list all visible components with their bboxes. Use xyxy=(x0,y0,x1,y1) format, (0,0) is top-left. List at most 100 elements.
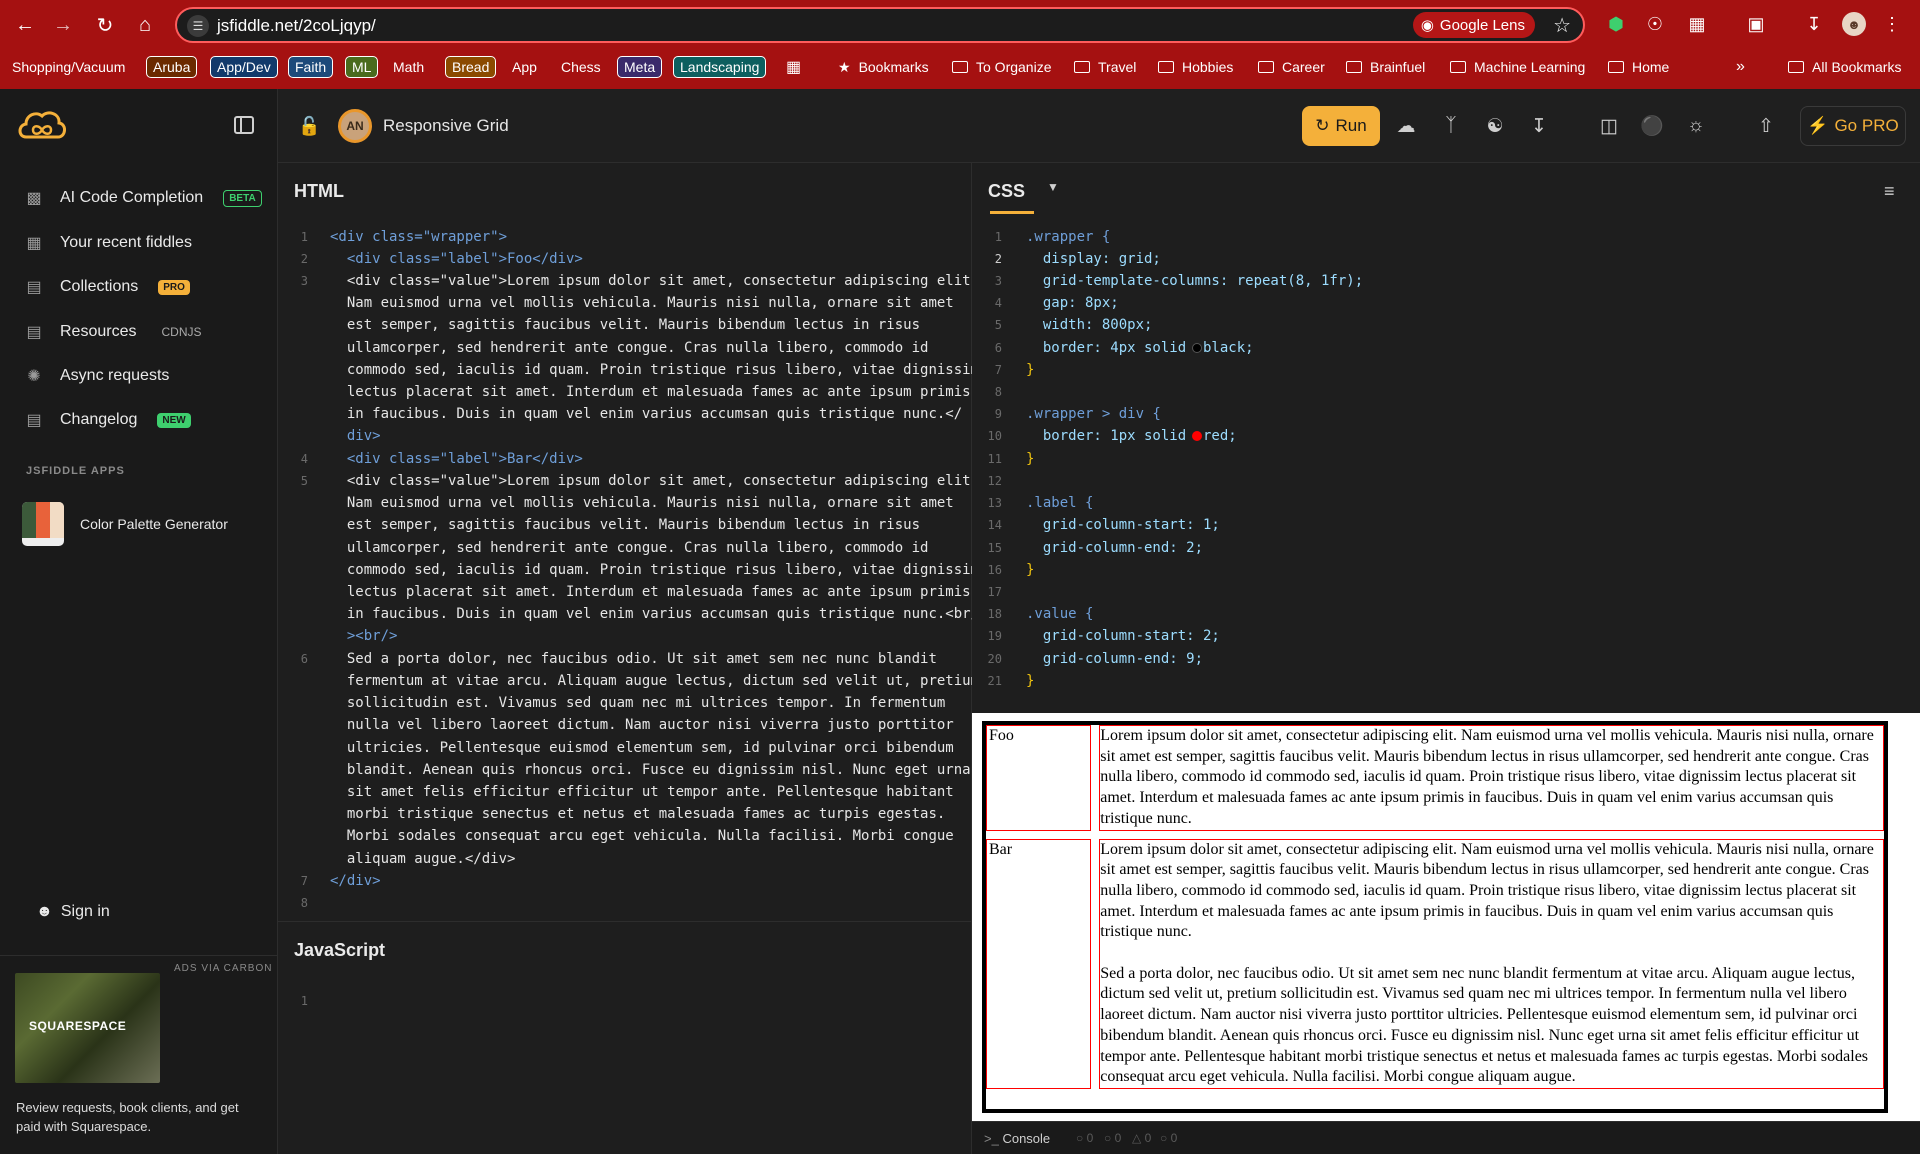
google-lens-button[interactable]: ◉ Google Lens xyxy=(1412,12,1535,38)
code-line: commodo sed, iaculis id quam. Proin tris… xyxy=(330,562,980,578)
bookmark-folder-brainfuel[interactable]: Brainfuel xyxy=(1346,56,1425,78)
sign-in-label: Sign in xyxy=(60,903,110,920)
reload-icon[interactable]: ↻ xyxy=(90,10,120,40)
download-icon[interactable]: ↧ xyxy=(1526,113,1552,139)
author-avatar[interactable]: AN xyxy=(338,109,372,143)
folder-icon xyxy=(1788,61,1804,73)
folder-icon xyxy=(952,61,968,73)
code-line: ullamcorper, sed hendrerit ante congue. … xyxy=(330,340,929,356)
color-palette-generator-app[interactable]: Color Palette Generator xyxy=(22,501,272,547)
sidebar: ▩ AI Code Completion BETA ▦ Your recent … xyxy=(0,163,278,1154)
result-value-bar: Lorem ipsum dolor sit amet, consectetur … xyxy=(1099,838,1884,1089)
color-swatch-red[interactable] xyxy=(1192,431,1202,441)
code-line: width: 800px; xyxy=(1026,317,1153,333)
browser-chrome: ← → ↻ ⌂ ☰ jsfiddle.net/2coLjqyp/ ◉ Googl… xyxy=(0,0,1920,89)
resources-icon: ▤ xyxy=(26,324,42,341)
run-button[interactable]: ↻ Run xyxy=(1302,106,1380,146)
bookmark-travel-label: Travel xyxy=(1098,59,1137,75)
sidebar-item-label: Collections xyxy=(60,278,139,295)
home-icon[interactable]: ⌂ xyxy=(130,10,160,40)
profile-avatar-icon[interactable]: ☻ xyxy=(1842,12,1866,36)
address-bar[interactable]: ☰ jsfiddle.net/2coLjqyp/ ◉ Google Lens ☆ xyxy=(175,7,1585,43)
bookmark-home-label: Home xyxy=(1632,59,1670,75)
bookmark-shopping-vacuum[interactable]: Shopping/Vacuum xyxy=(12,56,125,78)
bookmark-folder-home[interactable]: Home xyxy=(1608,56,1669,78)
sidebar-toggle-icon[interactable] xyxy=(234,116,254,134)
sidebar-item-async-requests[interactable]: ✺ Async requests xyxy=(24,363,169,389)
javascript-editor-panel: JavaScript 1 xyxy=(278,921,972,1154)
bookmark-ml[interactable]: ML xyxy=(345,56,379,78)
bookmark-folder-travel[interactable]: Travel xyxy=(1074,56,1136,78)
bookmark-folder-all-bookmarks[interactable]: All Bookmarks xyxy=(1788,56,1901,78)
bookmark-landscaping[interactable]: Landscaping xyxy=(673,56,767,78)
layout-icon[interactable]: ◫ xyxy=(1596,113,1622,139)
site-settings-icon[interactable]: ☰ xyxy=(187,15,209,37)
code-line: display: grid; xyxy=(1026,251,1161,267)
ad-brand-logo: SQUARESPACE xyxy=(29,1019,127,1033)
sidebar-item-ai-code-completion[interactable]: ▩ AI Code Completion BETA xyxy=(24,185,262,211)
extensions-puzzle-icon[interactable]: ▦ xyxy=(1685,12,1709,36)
download-icon[interactable]: ↧ xyxy=(1802,12,1826,36)
bookmark-meta[interactable]: Meta xyxy=(617,56,663,78)
result-panel: Foo Lorem ipsum dolor sit amet, consecte… xyxy=(972,713,1920,1121)
code-line: ultricies. Pellentesque euismod elementu… xyxy=(330,740,954,756)
go-pro-button[interactable]: ⚡ Go PRO xyxy=(1800,106,1906,146)
lens-icon: ◉ xyxy=(1420,17,1434,34)
color-swatch-black[interactable] xyxy=(1192,343,1202,353)
toggle-icon[interactable]: ⚫ xyxy=(1639,113,1665,139)
bookmark-folder-hobbies[interactable]: Hobbies xyxy=(1158,56,1233,78)
apps-grid-icon[interactable]: ▦ xyxy=(786,56,801,78)
line-number: 16 xyxy=(987,563,1002,577)
bookmark-bread[interactable]: Bread xyxy=(445,56,497,78)
sidebar-item-changelog[interactable]: ▤ Changelog NEW xyxy=(24,407,191,433)
theme-sun-icon[interactable]: ☼ xyxy=(1683,113,1709,139)
ad-text[interactable]: Review requests, book clients, and get p… xyxy=(16,1098,266,1136)
fork-icon[interactable]: ᛉ xyxy=(1438,113,1464,139)
result-label-bar: Bar xyxy=(986,838,1092,1089)
jsfiddle-logo-icon[interactable] xyxy=(16,105,68,145)
bookmark-faith[interactable]: Faith xyxy=(288,56,334,78)
line-number: 6 xyxy=(994,341,1002,355)
bookmark-star-icon[interactable]: ☆ xyxy=(1553,13,1571,38)
divider xyxy=(0,955,278,956)
bookmark-app[interactable]: App xyxy=(512,56,537,78)
console-bar[interactable]: >_ Console ○ 0 ○ 0 △ 0 ○ 0 xyxy=(972,1121,1920,1154)
fiddle-title[interactable]: Responsive Grid xyxy=(383,116,509,136)
css-panel-title: CSS xyxy=(988,181,1026,201)
tab-search-icon[interactable]: ▣ xyxy=(1744,12,1768,36)
collaborate-icon[interactable]: ☯ xyxy=(1482,113,1508,139)
css-language-dropdown-icon[interactable]: ▼ xyxy=(1047,180,1059,194)
url-text[interactable]: jsfiddle.net/2coLjqyp/ xyxy=(217,16,376,36)
bookmark-all-bookmarks-label: All Bookmarks xyxy=(1812,59,1902,75)
lightning-icon: ⚡ xyxy=(1807,116,1829,135)
editor-options-icon[interactable]: ≡ xyxy=(1884,181,1895,202)
more-bookmarks-chevron-icon[interactable]: » xyxy=(1736,56,1745,78)
code-line: in faucibus. Duis in quam vel enim variu… xyxy=(330,606,980,622)
sign-in-link[interactable]: ☻ Sign in xyxy=(36,903,110,921)
lock-icon[interactable]: 🔓 xyxy=(298,116,320,137)
extension-grammarly-icon[interactable]: ☉ xyxy=(1643,12,1667,36)
bookmark-folder-machine-learning[interactable]: Machine Learning xyxy=(1450,56,1585,78)
bookmark-math[interactable]: Math xyxy=(393,56,424,78)
sidebar-item-resources[interactable]: ▤ Resources CDNJS xyxy=(24,319,207,345)
extension-green-icon[interactable]: ⬢ xyxy=(1604,12,1628,36)
bookmark-folder-career[interactable]: Career xyxy=(1258,56,1325,78)
bookmark-app-dev[interactable]: App/Dev xyxy=(210,56,278,78)
browser-menu-icon[interactable]: ⋮ xyxy=(1880,12,1904,36)
bookmark-chess[interactable]: Chess xyxy=(561,56,601,78)
bookmark-bookmarks[interactable]: ★ Bookmarks xyxy=(838,56,929,78)
ad-image[interactable]: SQUARESPACE xyxy=(15,973,160,1083)
console-toggle[interactable]: >_ Console xyxy=(984,1131,1050,1146)
forward-icon[interactable]: → xyxy=(48,10,78,40)
back-icon[interactable]: ← xyxy=(10,10,40,40)
share-icon[interactable]: ⇧ xyxy=(1753,113,1779,139)
sidebar-item-label: AI Code Completion xyxy=(60,189,204,206)
save-cloud-icon[interactable]: ☁ xyxy=(1393,113,1419,139)
sidebar-item-recent-fiddles[interactable]: ▦ Your recent fiddles xyxy=(24,230,192,256)
google-lens-label: Google Lens xyxy=(1439,16,1525,34)
code-line: grid-column-start: 2; xyxy=(1026,628,1220,644)
bookmark-aruba[interactable]: Aruba xyxy=(146,56,198,78)
folder-icon xyxy=(1258,61,1274,73)
bookmark-folder-to-organize[interactable]: To Organize xyxy=(952,56,1051,78)
sidebar-item-collections[interactable]: ▤ Collections PRO xyxy=(24,274,190,300)
